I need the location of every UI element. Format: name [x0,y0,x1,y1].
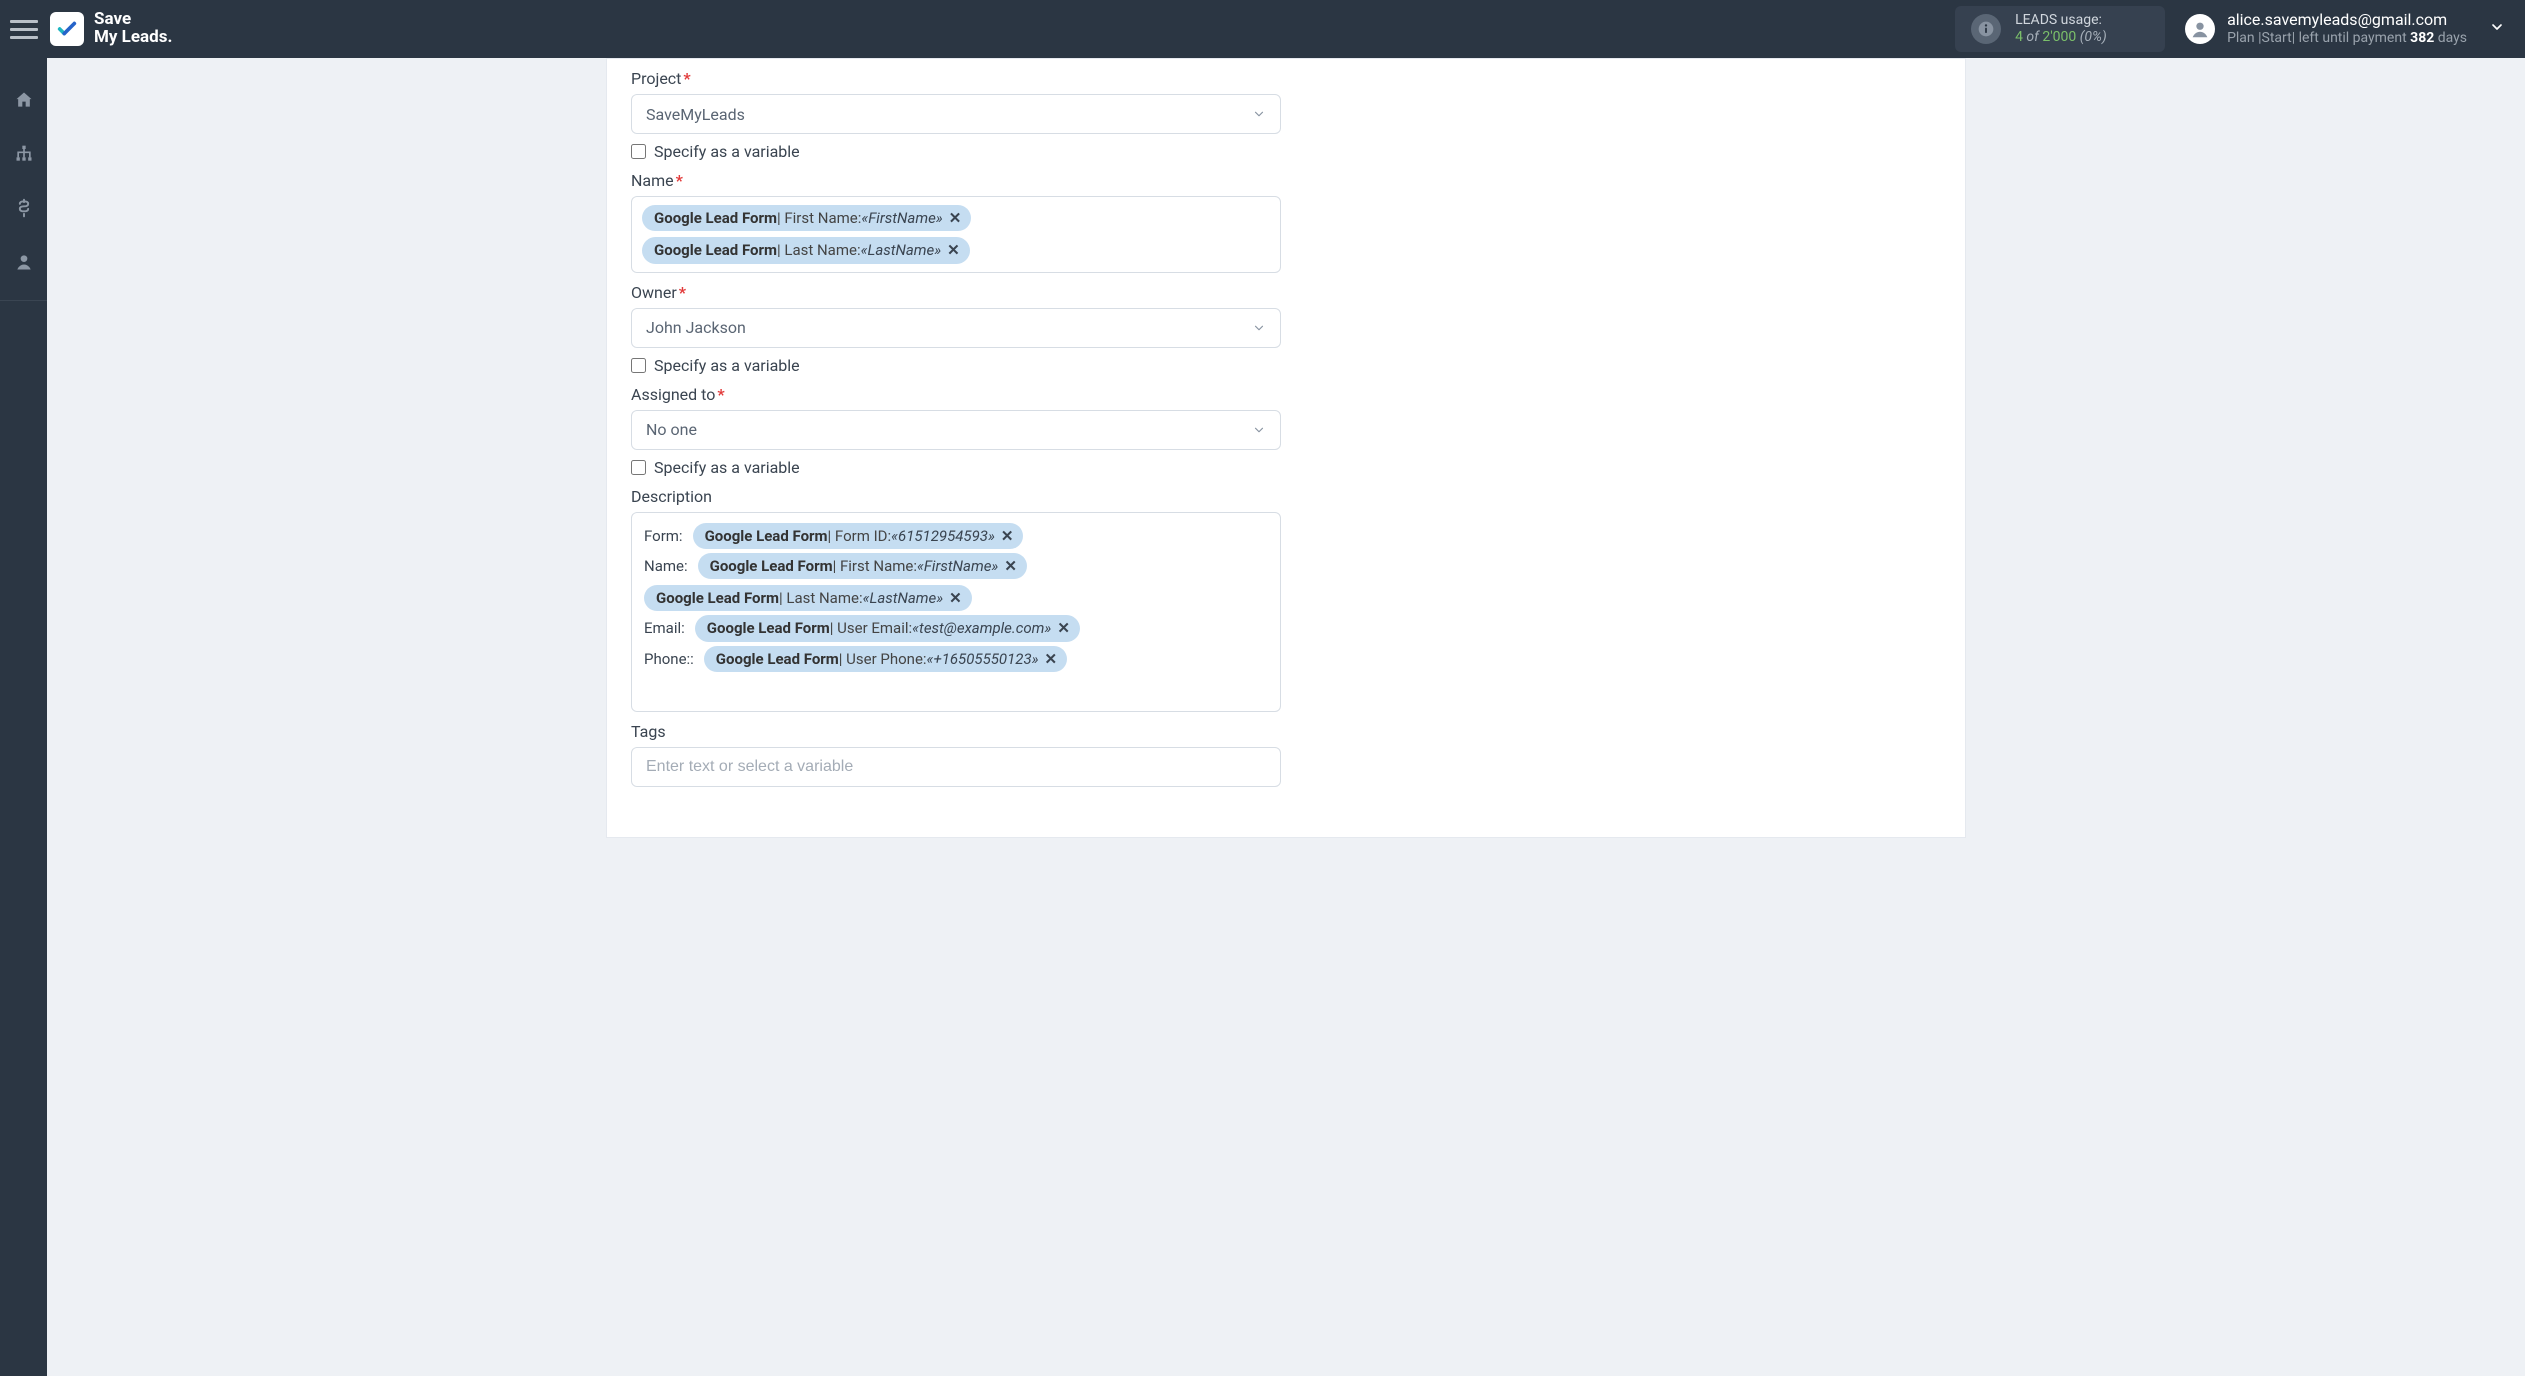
chevron-down-icon [1252,423,1266,437]
account-area[interactable]: alice.savemyleads@gmail.com Plan |Start|… [2185,10,2505,48]
label-project: Project* [631,69,1941,88]
main-scroll[interactable]: Project* SaveMyLeads Specify as a variab… [47,58,2525,1376]
brand-logo[interactable]: Save My Leads. [50,11,172,47]
sidebar [0,58,47,1376]
variable-token[interactable]: Google Lead Form | Last Name: «LastName»… [644,585,972,611]
token-remove-icon[interactable]: ✕ [1004,556,1017,576]
leads-usage-box[interactable]: LEADS usage: 4 of 2'000 (0%) [1955,6,2165,52]
chevron-down-icon [1252,321,1266,335]
select-project[interactable]: SaveMyLeads [631,94,1281,134]
avatar-icon [2185,14,2215,44]
field-project: Project* SaveMyLeads Specify as a variab… [631,69,1941,161]
select-assigned-value: No one [646,420,697,439]
description-row: Phone::Google Lead Form | User Phone: «+… [644,646,1268,672]
token-remove-icon[interactable]: ✕ [1001,526,1014,546]
input-tags-field[interactable] [646,748,1266,786]
topbar: Save My Leads. LEADS usage: 4 of 2'000 (… [0,0,2525,58]
select-owner[interactable]: John Jackson [631,308,1281,348]
variable-token[interactable]: Google Lead Form | Form ID: «61512954593… [693,523,1024,549]
label-tags: Tags [631,722,1941,741]
sidebar-profile[interactable] [0,240,47,284]
checkbox-project-variable[interactable]: Specify as a variable [631,142,1941,161]
field-tags: Tags [631,722,1941,787]
sidebar-connections[interactable] [0,132,47,176]
label-assigned: Assigned to* [631,385,1941,404]
label-name: Name* [631,171,1941,190]
description-row-label: Form: [644,527,683,545]
account-caret-icon[interactable] [2489,19,2505,39]
info-icon [1971,14,2001,44]
token-remove-icon[interactable]: ✕ [949,208,962,228]
checkbox-assigned-variable[interactable]: Specify as a variable [631,458,1941,477]
checkbox-assigned-variable-input[interactable] [631,460,646,475]
description-row-label: Phone:: [644,650,694,668]
select-assigned[interactable]: No one [631,410,1281,450]
variable-token[interactable]: Google Lead Form | Last Name: «LastName»… [642,237,970,263]
account-text: alice.savemyleads@gmail.com Plan |Start|… [2227,10,2467,48]
sidebar-separator [0,300,47,301]
sidebar-home[interactable] [0,78,47,122]
field-owner: Owner* John Jackson Specify as a variabl… [631,283,1941,375]
checkbox-owner-variable-input[interactable] [631,358,646,373]
input-name[interactable]: Google Lead Form | First Name: «FirstNam… [631,196,1281,273]
chevron-down-icon [1252,107,1266,121]
checkbox-project-variable-input[interactable] [631,144,646,159]
variable-token[interactable]: Google Lead Form | User Phone: «+1650555… [704,646,1067,672]
sidebar-billing[interactable] [0,186,47,230]
leads-usage-text: LEADS usage: 4 of 2'000 (0%) [2015,12,2107,46]
input-tags[interactable] [631,747,1281,787]
menu-toggle[interactable] [10,15,38,43]
variable-token[interactable]: Google Lead Form | User Email: «test@exa… [695,615,1080,641]
select-project-value: SaveMyLeads [646,105,745,124]
checkbox-owner-variable[interactable]: Specify as a variable [631,356,1941,375]
input-description[interactable]: Form: Google Lead Form | Form ID: «615129… [631,512,1281,712]
field-assigned: Assigned to* No one Specify as a variabl… [631,385,1941,477]
brand-text: Save My Leads. [94,11,172,47]
label-owner: Owner* [631,283,1941,302]
description-row-label: Name: [644,557,688,575]
select-owner-value: John Jackson [646,318,746,337]
label-description: Description [631,487,1941,506]
token-remove-icon[interactable]: ✕ [949,588,962,608]
variable-token[interactable]: Google Lead Form | First Name: «FirstNam… [642,205,971,231]
token-remove-icon[interactable]: ✕ [947,240,960,260]
description-row: Form: Google Lead Form | Form ID: «615129… [644,523,1268,549]
description-row: Name: Google Lead Form | First Name: «Fir… [644,553,1268,612]
description-row-label: Email: [644,619,685,637]
token-remove-icon[interactable]: ✕ [1045,649,1058,669]
field-description: Description Form: Google Lead Form | Form… [631,487,1941,712]
field-name: Name* Google Lead Form | First Name: «Fi… [631,171,1941,273]
logo-badge-icon [50,12,84,46]
token-remove-icon[interactable]: ✕ [1057,618,1070,638]
panel: Project* SaveMyLeads Specify as a variab… [606,58,1966,838]
variable-token[interactable]: Google Lead Form | First Name: «FirstNam… [698,553,1027,579]
description-row: Email: Google Lead Form | User Email: «te… [644,615,1268,641]
